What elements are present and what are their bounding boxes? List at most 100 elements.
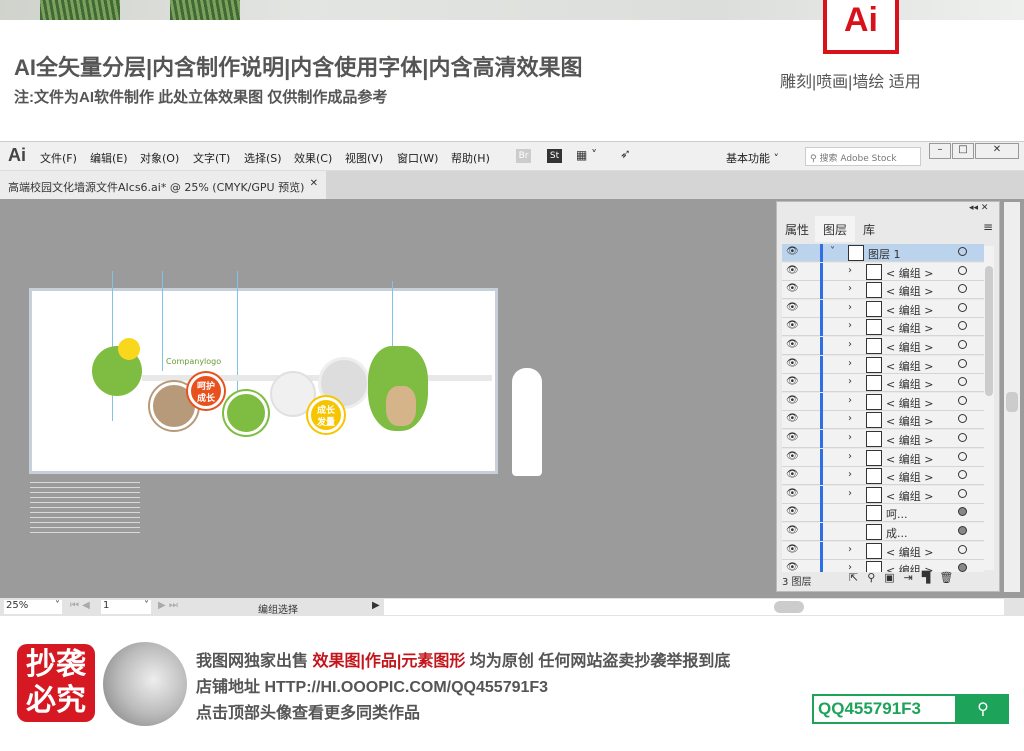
- menu-help[interactable]: 帮助(H): [451, 150, 490, 166]
- visibility-eye-icon[interactable]: 👁: [786, 320, 799, 331]
- gpu-rocket-icon[interactable]: ➶: [620, 147, 631, 162]
- stock-search-input[interactable]: ⚲ 搜索 Adobe Stock: [805, 147, 921, 166]
- chevron-right-icon[interactable]: ›: [848, 265, 852, 276]
- layer-row[interactable]: 👁 › < 编组 >: [782, 337, 984, 355]
- chevron-right-icon[interactable]: ›: [848, 451, 852, 462]
- target-circle-icon[interactable]: [958, 358, 967, 368]
- maximize-button[interactable]: □: [952, 143, 974, 159]
- visibility-eye-icon[interactable]: 👁: [786, 413, 799, 424]
- visibility-eye-icon[interactable]: 👁: [786, 302, 799, 313]
- target-circle-icon[interactable]: [958, 377, 967, 387]
- layer-footer-actions[interactable]: ⇱⚲▣⇥▜🗑: [849, 571, 962, 584]
- close-tab-icon[interactable]: ✕: [310, 178, 318, 189]
- layer-row[interactable]: 👁 › < 编组 >: [782, 541, 984, 560]
- visibility-eye-icon[interactable]: 👁: [786, 283, 799, 294]
- tab-properties[interactable]: 属性: [777, 216, 817, 242]
- visibility-eye-icon[interactable]: 👁: [786, 395, 799, 406]
- target-circle-icon[interactable]: [958, 321, 967, 331]
- layer-row[interactable]: 👁 › < 编组 >: [782, 448, 984, 467]
- close-window-button[interactable]: ✕: [975, 143, 1019, 159]
- menu-window[interactable]: 窗口(W): [397, 150, 438, 166]
- layer-row[interactable]: 👁 › < 编组 >: [782, 281, 984, 300]
- search-button[interactable]: ⚲: [957, 694, 1009, 724]
- target-circle-icon[interactable]: [958, 526, 967, 535]
- visibility-eye-icon[interactable]: 👁: [786, 432, 799, 443]
- chevron-down-icon[interactable]: ˅: [830, 246, 835, 257]
- chevron-right-icon[interactable]: ›: [848, 302, 852, 313]
- chevron-right-icon[interactable]: ›: [848, 488, 852, 499]
- stock-button[interactable]: St: [547, 149, 562, 163]
- document-tab[interactable]: 高端校园文化墙源文件AIcs6.ai* @ 25% (CMYK/GPU 预览) ✕: [0, 171, 326, 199]
- menu-select[interactable]: 选择(S): [244, 150, 282, 166]
- menu-edit[interactable]: 编辑(E): [90, 150, 128, 166]
- target-circle-icon[interactable]: [958, 470, 967, 480]
- menu-type[interactable]: 文字(T): [193, 150, 230, 166]
- workspace-switcher[interactable]: 基本功能 ˅: [726, 150, 779, 166]
- chevron-right-icon[interactable]: ›: [848, 432, 852, 443]
- target-circle-icon[interactable]: [958, 433, 967, 442]
- collapse-panel-icon[interactable]: ◂◂ ✕: [969, 203, 988, 213]
- chevron-right-icon[interactable]: ›: [848, 376, 852, 387]
- visibility-eye-icon[interactable]: 👁: [786, 544, 799, 555]
- chevron-right-icon[interactable]: ›: [848, 413, 852, 424]
- chevron-right-icon[interactable]: ›: [848, 320, 852, 331]
- zoom-select[interactable]: 25% ˅: [4, 600, 62, 614]
- target-circle-icon[interactable]: [958, 340, 967, 349]
- layer-row[interactable]: 👁 › < 编组 >: [782, 485, 984, 504]
- target-circle-icon[interactable]: [958, 544, 967, 554]
- layer-row[interactable]: 👁 › < 编组 >: [782, 299, 984, 318]
- artboard[interactable]: Companylogo 呵护成长 成长发量: [29, 271, 498, 474]
- menu-view[interactable]: 视图(V): [345, 150, 383, 166]
- target-circle-icon[interactable]: [958, 414, 967, 424]
- target-circle-icon[interactable]: [958, 284, 967, 294]
- menu-effect[interactable]: 效果(C): [294, 150, 332, 166]
- minimize-button[interactable]: –: [929, 143, 951, 159]
- menu-object[interactable]: 对象(O): [140, 150, 179, 166]
- visibility-eye-icon[interactable]: 👁: [786, 562, 799, 572]
- target-circle-icon[interactable]: [958, 247, 967, 256]
- layer-row[interactable]: 👁 › < 编组 >: [782, 392, 984, 411]
- first-prev-artboard-buttons[interactable]: ⏮ ◀: [70, 600, 90, 611]
- layer-row[interactable]: 👁 › < 编组 >: [782, 262, 984, 281]
- visibility-eye-icon[interactable]: 👁: [786, 339, 799, 350]
- visibility-eye-icon[interactable]: 👁: [786, 376, 799, 387]
- chevron-right-icon[interactable]: ›: [848, 469, 852, 480]
- layer-row[interactable]: 👁 › < 编组 >: [782, 411, 984, 430]
- chevron-right-icon[interactable]: ›: [848, 283, 852, 294]
- layer-row[interactable]: 👁 呵...: [782, 504, 984, 523]
- author-avatar[interactable]: [103, 642, 187, 726]
- canvas-horizontal-scrollbar[interactable]: [384, 599, 1004, 615]
- target-circle-icon[interactable]: [958, 488, 967, 498]
- layer-row[interactable]: 👁 › < 编组 >: [782, 374, 984, 393]
- arrange-documents-icon[interactable]: ▦ ˅: [576, 148, 597, 162]
- target-circle-icon[interactable]: [958, 395, 967, 405]
- canvas-vertical-scrollbar[interactable]: [1004, 202, 1020, 592]
- panel-menu-icon[interactable]: ≡: [983, 220, 993, 234]
- chevron-right-icon[interactable]: ›: [848, 544, 852, 555]
- visibility-eye-icon[interactable]: 👁: [786, 358, 799, 369]
- chevron-right-icon[interactable]: ›: [848, 339, 852, 350]
- visibility-eye-icon[interactable]: 👁: [786, 451, 799, 462]
- artboard-number-select[interactable]: 1 ˅: [101, 600, 151, 614]
- tab-libraries[interactable]: 库: [855, 216, 883, 242]
- target-circle-icon[interactable]: [958, 451, 967, 461]
- tab-layers[interactable]: 图层: [815, 216, 856, 242]
- status-menu-arrow[interactable]: ▶: [372, 600, 380, 611]
- shop-search-input[interactable]: QQ455791F3: [812, 694, 957, 724]
- target-circle-icon[interactable]: [958, 507, 967, 517]
- chevron-right-icon[interactable]: ›: [848, 358, 852, 369]
- visibility-eye-icon[interactable]: 👁: [786, 265, 799, 276]
- layer-list-scrollbar[interactable]: [984, 246, 994, 570]
- menu-file[interactable]: 文件(F): [40, 150, 77, 166]
- layer-row[interactable]: 👁 成...: [782, 523, 984, 541]
- target-circle-icon[interactable]: [958, 265, 967, 275]
- layer-row[interactable]: 👁 › < 编组 >: [782, 355, 984, 374]
- next-last-artboard-buttons[interactable]: ▶ ⏭: [158, 600, 178, 611]
- chevron-right-icon[interactable]: ›: [848, 395, 852, 406]
- shop-address[interactable]: 店铺地址 HTTP://HI.OOOPIC.COM/QQ455791F3: [196, 673, 548, 697]
- visibility-eye-icon[interactable]: 👁: [786, 488, 799, 499]
- layer-row[interactable]: 👁 ˅ 图层 1: [782, 244, 984, 262]
- visibility-eye-icon[interactable]: 👁: [786, 525, 799, 536]
- visibility-eye-icon[interactable]: 👁: [786, 506, 799, 517]
- bridge-button[interactable]: Br: [516, 149, 531, 163]
